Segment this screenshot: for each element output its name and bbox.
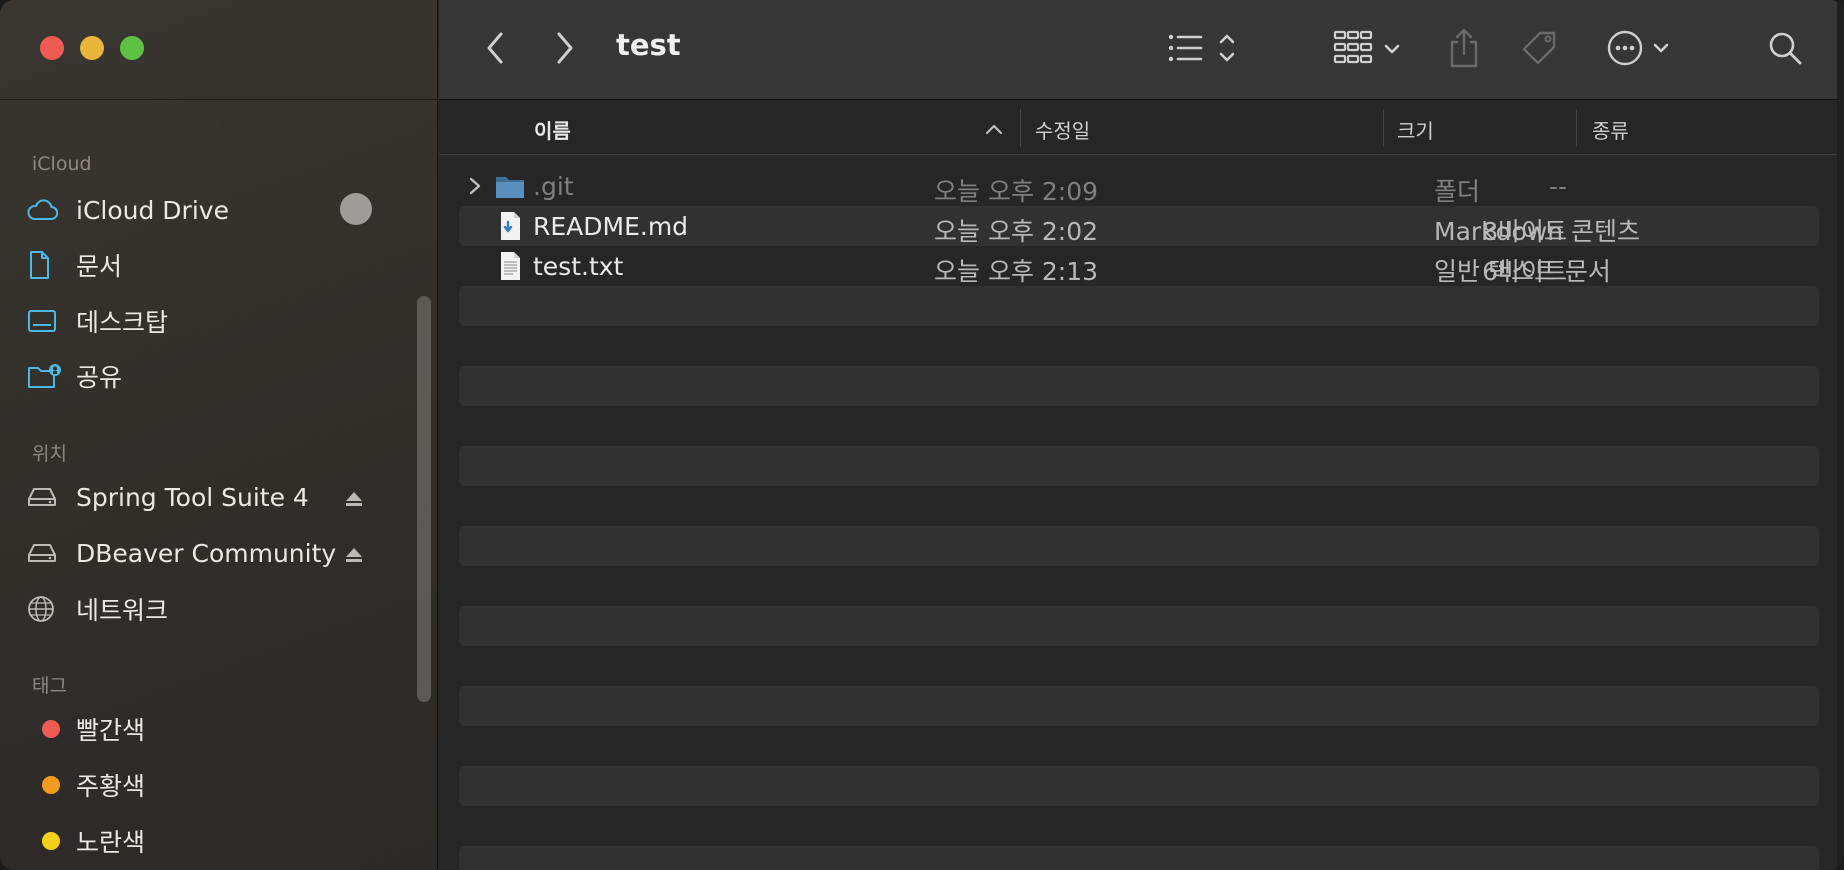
table-row[interactable]: .git 오늘 오후 2:09 -- 폴더	[459, 166, 1819, 206]
cloud-icon	[26, 198, 76, 222]
window-edge	[1837, 0, 1844, 870]
view-options-button[interactable]	[1165, 28, 1245, 68]
folder-icon	[496, 177, 524, 198]
globe-icon	[26, 594, 76, 624]
markdown-file-icon	[501, 212, 520, 240]
empty-row	[459, 766, 1819, 806]
empty-row	[459, 446, 1819, 486]
drive-icon	[26, 542, 76, 564]
empty-row	[459, 686, 1819, 726]
column-divider[interactable]	[1576, 109, 1577, 147]
sidebar-item-label: 주황색	[76, 772, 146, 801]
sidebar-item-label: 네트워크	[76, 596, 169, 625]
sidebar-item-label: Spring Tool Suite 4	[76, 482, 309, 512]
sidebar-section-icloud: iCloud	[32, 153, 92, 175]
eject-icon[interactable]	[344, 545, 364, 565]
file-kind: 폴더	[1434, 177, 1481, 206]
red-tag-icon	[42, 720, 60, 738]
empty-row	[459, 366, 1819, 406]
ellipsis-circle-icon	[1607, 30, 1669, 66]
tag-icon	[1522, 31, 1556, 65]
file-modified: 오늘 오후 2:09	[934, 177, 1099, 206]
sidebar-section-tags: 태그	[32, 675, 67, 697]
sidebar-section-locations: 위치	[32, 443, 67, 465]
shared-folder-icon	[26, 362, 76, 390]
empty-row	[459, 526, 1819, 566]
grid-group-icon	[1333, 30, 1400, 64]
sidebar-tag-red[interactable]: 빨간색	[26, 705, 386, 753]
document-icon	[26, 250, 76, 280]
empty-row	[459, 606, 1819, 646]
sidebar-item-label: 데스크탑	[76, 308, 169, 337]
column-header-size[interactable]: 크기	[1397, 115, 1434, 144]
table-row[interactable]: test.txt 오늘 오후 2:13 6바이트 일반 텍스트 문서	[459, 246, 1819, 286]
sidebar-tag-orange[interactable]: 주황색	[26, 761, 386, 809]
file-name: .git	[533, 172, 574, 201]
sidebar-divider	[0, 99, 438, 100]
finder-window: iCloud iCloud Drive 문서 데스크탑 공유 위치 Spring…	[0, 0, 1844, 870]
empty-row	[459, 846, 1819, 870]
file-kind: Markdown 콘텐츠	[1434, 217, 1641, 246]
main-content: test 이름 수정일 크기 종류 .git 오늘 오후 2:09 -- 폴더 …	[439, 0, 1844, 870]
sidebar-item-documents[interactable]: 문서	[26, 241, 386, 289]
column-header-bar: 이름 수정일 크기 종류	[439, 101, 1844, 155]
sidebar-item-desktop[interactable]: 데스크탑	[26, 297, 386, 345]
file-kind: 일반 텍스트 문서	[1434, 257, 1611, 286]
sidebar-item-icloud-drive[interactable]: iCloud Drive	[26, 186, 386, 234]
column-header-name[interactable]: 이름	[534, 115, 571, 144]
text-file-icon	[501, 252, 520, 280]
share-icon	[1450, 28, 1478, 68]
close-window-button[interactable]	[40, 36, 64, 60]
search-button[interactable]	[1765, 28, 1805, 68]
file-name: test.txt	[533, 252, 624, 281]
sidebar-item-spring-tool-suite[interactable]: Spring Tool Suite 4	[26, 473, 386, 521]
column-header-kind[interactable]: 종류	[1592, 115, 1629, 144]
toolbar: test	[439, 0, 1844, 100]
column-divider[interactable]	[1383, 109, 1384, 147]
file-size: --	[1548, 172, 1567, 201]
back-button[interactable]	[479, 28, 511, 68]
chevron-right-icon	[557, 32, 573, 64]
forward-button[interactable]	[549, 28, 581, 68]
chevron-left-icon	[487, 32, 503, 64]
column-divider[interactable]	[1020, 109, 1021, 147]
sort-ascending-icon[interactable]	[985, 123, 1003, 135]
file-modified: 오늘 오후 2:13	[934, 257, 1099, 286]
sidebar-tag-yellow[interactable]: 노란색	[26, 817, 386, 865]
icloud-sync-status-icon	[340, 193, 372, 225]
sidebar-item-dbeaver[interactable]: DBeaver Community	[26, 529, 386, 577]
sidebar-scrollbar[interactable]	[417, 296, 431, 702]
eject-icon[interactable]	[344, 489, 364, 509]
drive-icon	[26, 486, 76, 508]
more-actions-button[interactable]	[1607, 28, 1677, 68]
sidebar-item-shared[interactable]: 공유	[26, 352, 386, 400]
group-button[interactable]	[1332, 28, 1406, 68]
sidebar-item-label: 노란색	[76, 828, 146, 857]
column-header-modified[interactable]: 수정일	[1035, 115, 1090, 144]
desktop-icon	[26, 308, 76, 334]
search-icon	[1769, 32, 1802, 65]
sidebar-item-label: 빨간색	[76, 716, 146, 745]
list-view-icon	[1168, 34, 1235, 62]
sidebar: iCloud iCloud Drive 문서 데스크탑 공유 위치 Spring…	[0, 0, 438, 870]
sidebar-item-label: 문서	[76, 252, 123, 281]
file-name: README.md	[533, 212, 689, 241]
disclosure-triangle-icon[interactable]	[467, 176, 483, 196]
minimize-window-button[interactable]	[80, 36, 104, 60]
window-title: test	[616, 28, 681, 62]
empty-row	[459, 286, 1819, 326]
share-button[interactable]	[1444, 24, 1484, 72]
yellow-tag-icon	[42, 832, 60, 850]
file-modified: 오늘 오후 2:02	[934, 217, 1099, 246]
table-row[interactable]: README.md 오늘 오후 2:02 8바이트 Markdown 콘텐츠	[459, 206, 1819, 246]
sidebar-item-label: 공유	[76, 363, 123, 392]
sidebar-item-label: iCloud Drive	[76, 195, 229, 225]
zoom-window-button[interactable]	[120, 36, 144, 60]
tag-button[interactable]	[1519, 26, 1563, 70]
sidebar-item-label: DBeaver Community	[76, 538, 337, 568]
sidebar-item-network[interactable]: 네트워크	[26, 585, 386, 633]
orange-tag-icon	[42, 776, 60, 794]
